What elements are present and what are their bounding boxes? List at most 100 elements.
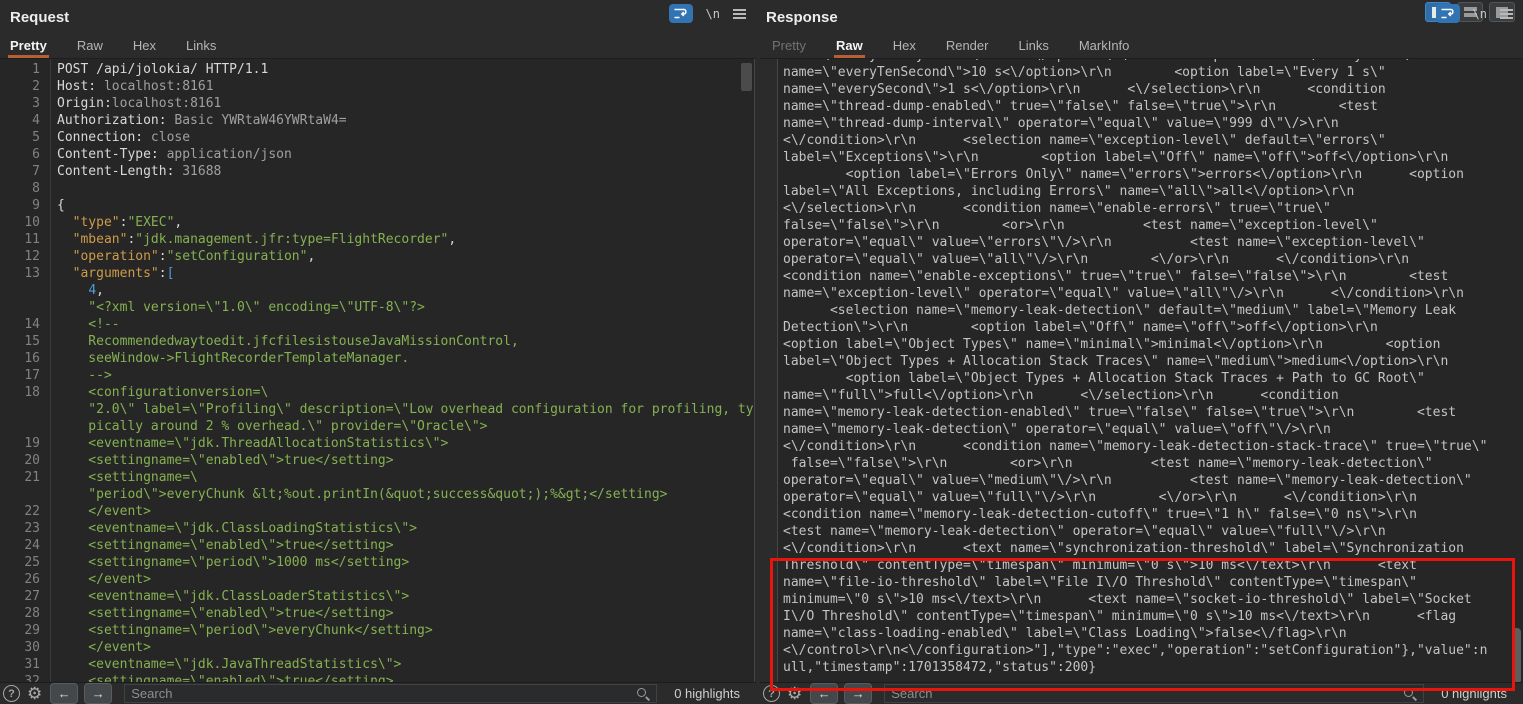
request-code-line: 30 </event> — [0, 639, 740, 656]
request-scrollbar-thumb[interactable] — [741, 63, 752, 91]
request-code-line: 31 <eventname=\"jdk.JavaThreadStatistics… — [0, 656, 740, 673]
line-number: 12 — [0, 248, 50, 265]
tab-links[interactable]: Links — [1018, 32, 1048, 58]
line-number: 32 — [0, 673, 50, 682]
line-number: 25 — [0, 554, 50, 571]
response-code-line: name=\"thread-dump-enabled\" true=\"fals… — [783, 98, 1511, 115]
tab-raw[interactable]: Raw — [836, 32, 863, 58]
line-number: 17 — [0, 367, 50, 384]
editor-menu-icon[interactable] — [733, 8, 746, 19]
request-code-line: 24 <settingname=\"enabled\">true</settin… — [0, 537, 740, 554]
request-code-line: 27 <eventname=\"jdk.ClassLoaderStatistic… — [0, 588, 740, 605]
show-newlines-toggle[interactable]: \n — [1473, 7, 1487, 21]
request-code-line: 28 <settingname=\"enabled\">true</settin… — [0, 605, 740, 622]
line-number: 29 — [0, 622, 50, 639]
line-number: 23 — [0, 520, 50, 537]
request-code-line: 20 <settingname=\"enabled\">true</settin… — [0, 452, 740, 469]
line-number: 30 — [0, 639, 50, 656]
line-number: 20 — [0, 452, 50, 469]
tab-render[interactable]: Render — [946, 32, 989, 58]
tab-raw[interactable]: Raw — [77, 32, 103, 58]
line-number: 13 — [0, 265, 50, 282]
burp-message-editor: { "panels": { "request": { "title": "Req… — [0, 0, 1523, 704]
highlights-count: 0 highlights — [666, 686, 756, 701]
search-settings-gear-icon[interactable]: ⚙ — [787, 685, 802, 702]
line-number: 26 — [0, 571, 50, 588]
word-wrap-toggle-button[interactable] — [669, 4, 693, 23]
response-code-line: <option label=\"Object Types + Allocatio… — [783, 370, 1511, 387]
request-editor-tools: \n — [669, 0, 746, 27]
response-code-line: label=\"Object Types + Allocation Stack … — [783, 353, 1511, 370]
response-code-line: name=\"class-loading-enabled\" label=\"C… — [783, 625, 1511, 642]
response-editor[interactable]: name=\"everyTwentySecond\">20 s<\/option… — [777, 59, 1523, 682]
response-code-line: label=\"All Exceptions, including Errors… — [783, 183, 1511, 200]
word-wrap-toggle-button[interactable] — [1436, 4, 1460, 23]
response-code-line: label=\"Exceptions\">\r\n <option label=… — [783, 149, 1511, 166]
line-number: 1 — [0, 61, 50, 78]
request-code-line: 8 — [0, 180, 740, 197]
line-number — [0, 401, 50, 418]
tab-pretty[interactable]: Pretty — [10, 32, 47, 58]
show-newlines-toggle[interactable]: \n — [706, 7, 720, 21]
next-match-button[interactable]: → — [844, 683, 872, 704]
line-number: 6 — [0, 146, 50, 163]
request-code-line: 18 <configurationversion=\ — [0, 384, 740, 401]
line-number: 19 — [0, 435, 50, 452]
editor-menu-icon[interactable] — [1500, 8, 1513, 19]
request-code-line: 12 "operation":"setConfiguration", — [0, 248, 740, 265]
tab-hex[interactable]: Hex — [893, 32, 916, 58]
request-code-line: 9{ — [0, 197, 740, 214]
line-number: 7 — [0, 163, 50, 180]
word-wrap-icon — [1440, 7, 1455, 20]
request-code-line: 17 --> — [0, 367, 740, 384]
response-code-line: operator=\"equal\" value=\"all\"\/>\r\n … — [783, 251, 1511, 268]
line-number: 27 — [0, 588, 50, 605]
request-panel-title: Request — [10, 9, 69, 26]
response-scrollbar-thumb[interactable] — [1512, 628, 1521, 682]
request-code-line: 15 Recommendedwaytoedit.jfcfilesistouseJ… — [0, 333, 740, 350]
next-match-button[interactable]: → — [84, 683, 112, 704]
line-number: 28 — [0, 605, 50, 622]
response-code-line: <option label=\"Object Types\" name=\"mi… — [783, 336, 1511, 353]
request-code-line: 23 <eventname=\"jdk.ClassLoadingStatisti… — [0, 520, 740, 537]
line-number — [0, 299, 50, 316]
request-code-line: 29 <settingname=\"period\">everyChunk</s… — [0, 622, 740, 639]
request-search-bar: ? ⚙ ← → 0 highlights — [0, 682, 756, 704]
search-input[interactable] — [891, 686, 1403, 701]
line-number: 14 — [0, 316, 50, 333]
tab-hex[interactable]: Hex — [133, 32, 156, 58]
response-code-line: name=\"full\">full<\/option>\r\n <\/sele… — [783, 387, 1511, 404]
word-wrap-icon — [673, 7, 688, 20]
request-code-line: 32 <settingname=\"enabled\">true</settin… — [0, 673, 740, 682]
highlights-count: 0 highlights — [1433, 686, 1523, 701]
help-icon[interactable]: ? — [3, 685, 20, 702]
line-number: 21 — [0, 469, 50, 486]
response-code-line: <\/control>\r\n<\/configuration>"],"type… — [783, 642, 1511, 659]
response-code-line: I\/O Threshold\" contentType=\"timespan\… — [783, 608, 1511, 625]
line-number: 5 — [0, 129, 50, 146]
search-settings-gear-icon[interactable]: ⚙ — [27, 685, 42, 702]
tab-pretty[interactable]: Pretty — [772, 32, 806, 58]
response-panel: Response PrettyRawHexRenderLinksMarkInfo… — [760, 0, 1523, 704]
tab-links[interactable]: Links — [186, 32, 216, 58]
help-icon[interactable]: ? — [763, 685, 780, 702]
request-editor[interactable]: 1POST /api/jolokia/ HTTP/1.12Host: local… — [0, 59, 755, 682]
previous-match-button[interactable]: ← — [50, 683, 78, 704]
response-code-line: Detection\">\r\n <option label=\"Off\" n… — [783, 319, 1511, 336]
search-input[interactable] — [131, 686, 636, 701]
line-number: 24 — [0, 537, 50, 554]
line-number: 2 — [0, 78, 50, 95]
response-code-line: <condition name=\"memory-leak-detection-… — [783, 506, 1511, 523]
response-code-line: name=\"memory-leak-detection\" operator=… — [783, 421, 1511, 438]
search-field — [884, 684, 1424, 703]
response-code-line: name=\"file-io-threshold\" label=\"File … — [783, 574, 1511, 591]
response-code-line: name=\"memory-leak-detection-enabled\" t… — [783, 404, 1511, 421]
line-number: 3 — [0, 95, 50, 112]
line-number: 4 — [0, 112, 50, 129]
line-number: 8 — [0, 180, 50, 197]
request-code-line: "period\">everyChunk &lt;%out.printIn(&q… — [0, 486, 740, 503]
response-code-line: operator=\"equal\" value=\"errors\"\/>\r… — [783, 234, 1511, 251]
previous-match-button[interactable]: ← — [810, 683, 838, 704]
tab-markinfo[interactable]: MarkInfo — [1079, 32, 1130, 58]
line-number: 9 — [0, 197, 50, 214]
